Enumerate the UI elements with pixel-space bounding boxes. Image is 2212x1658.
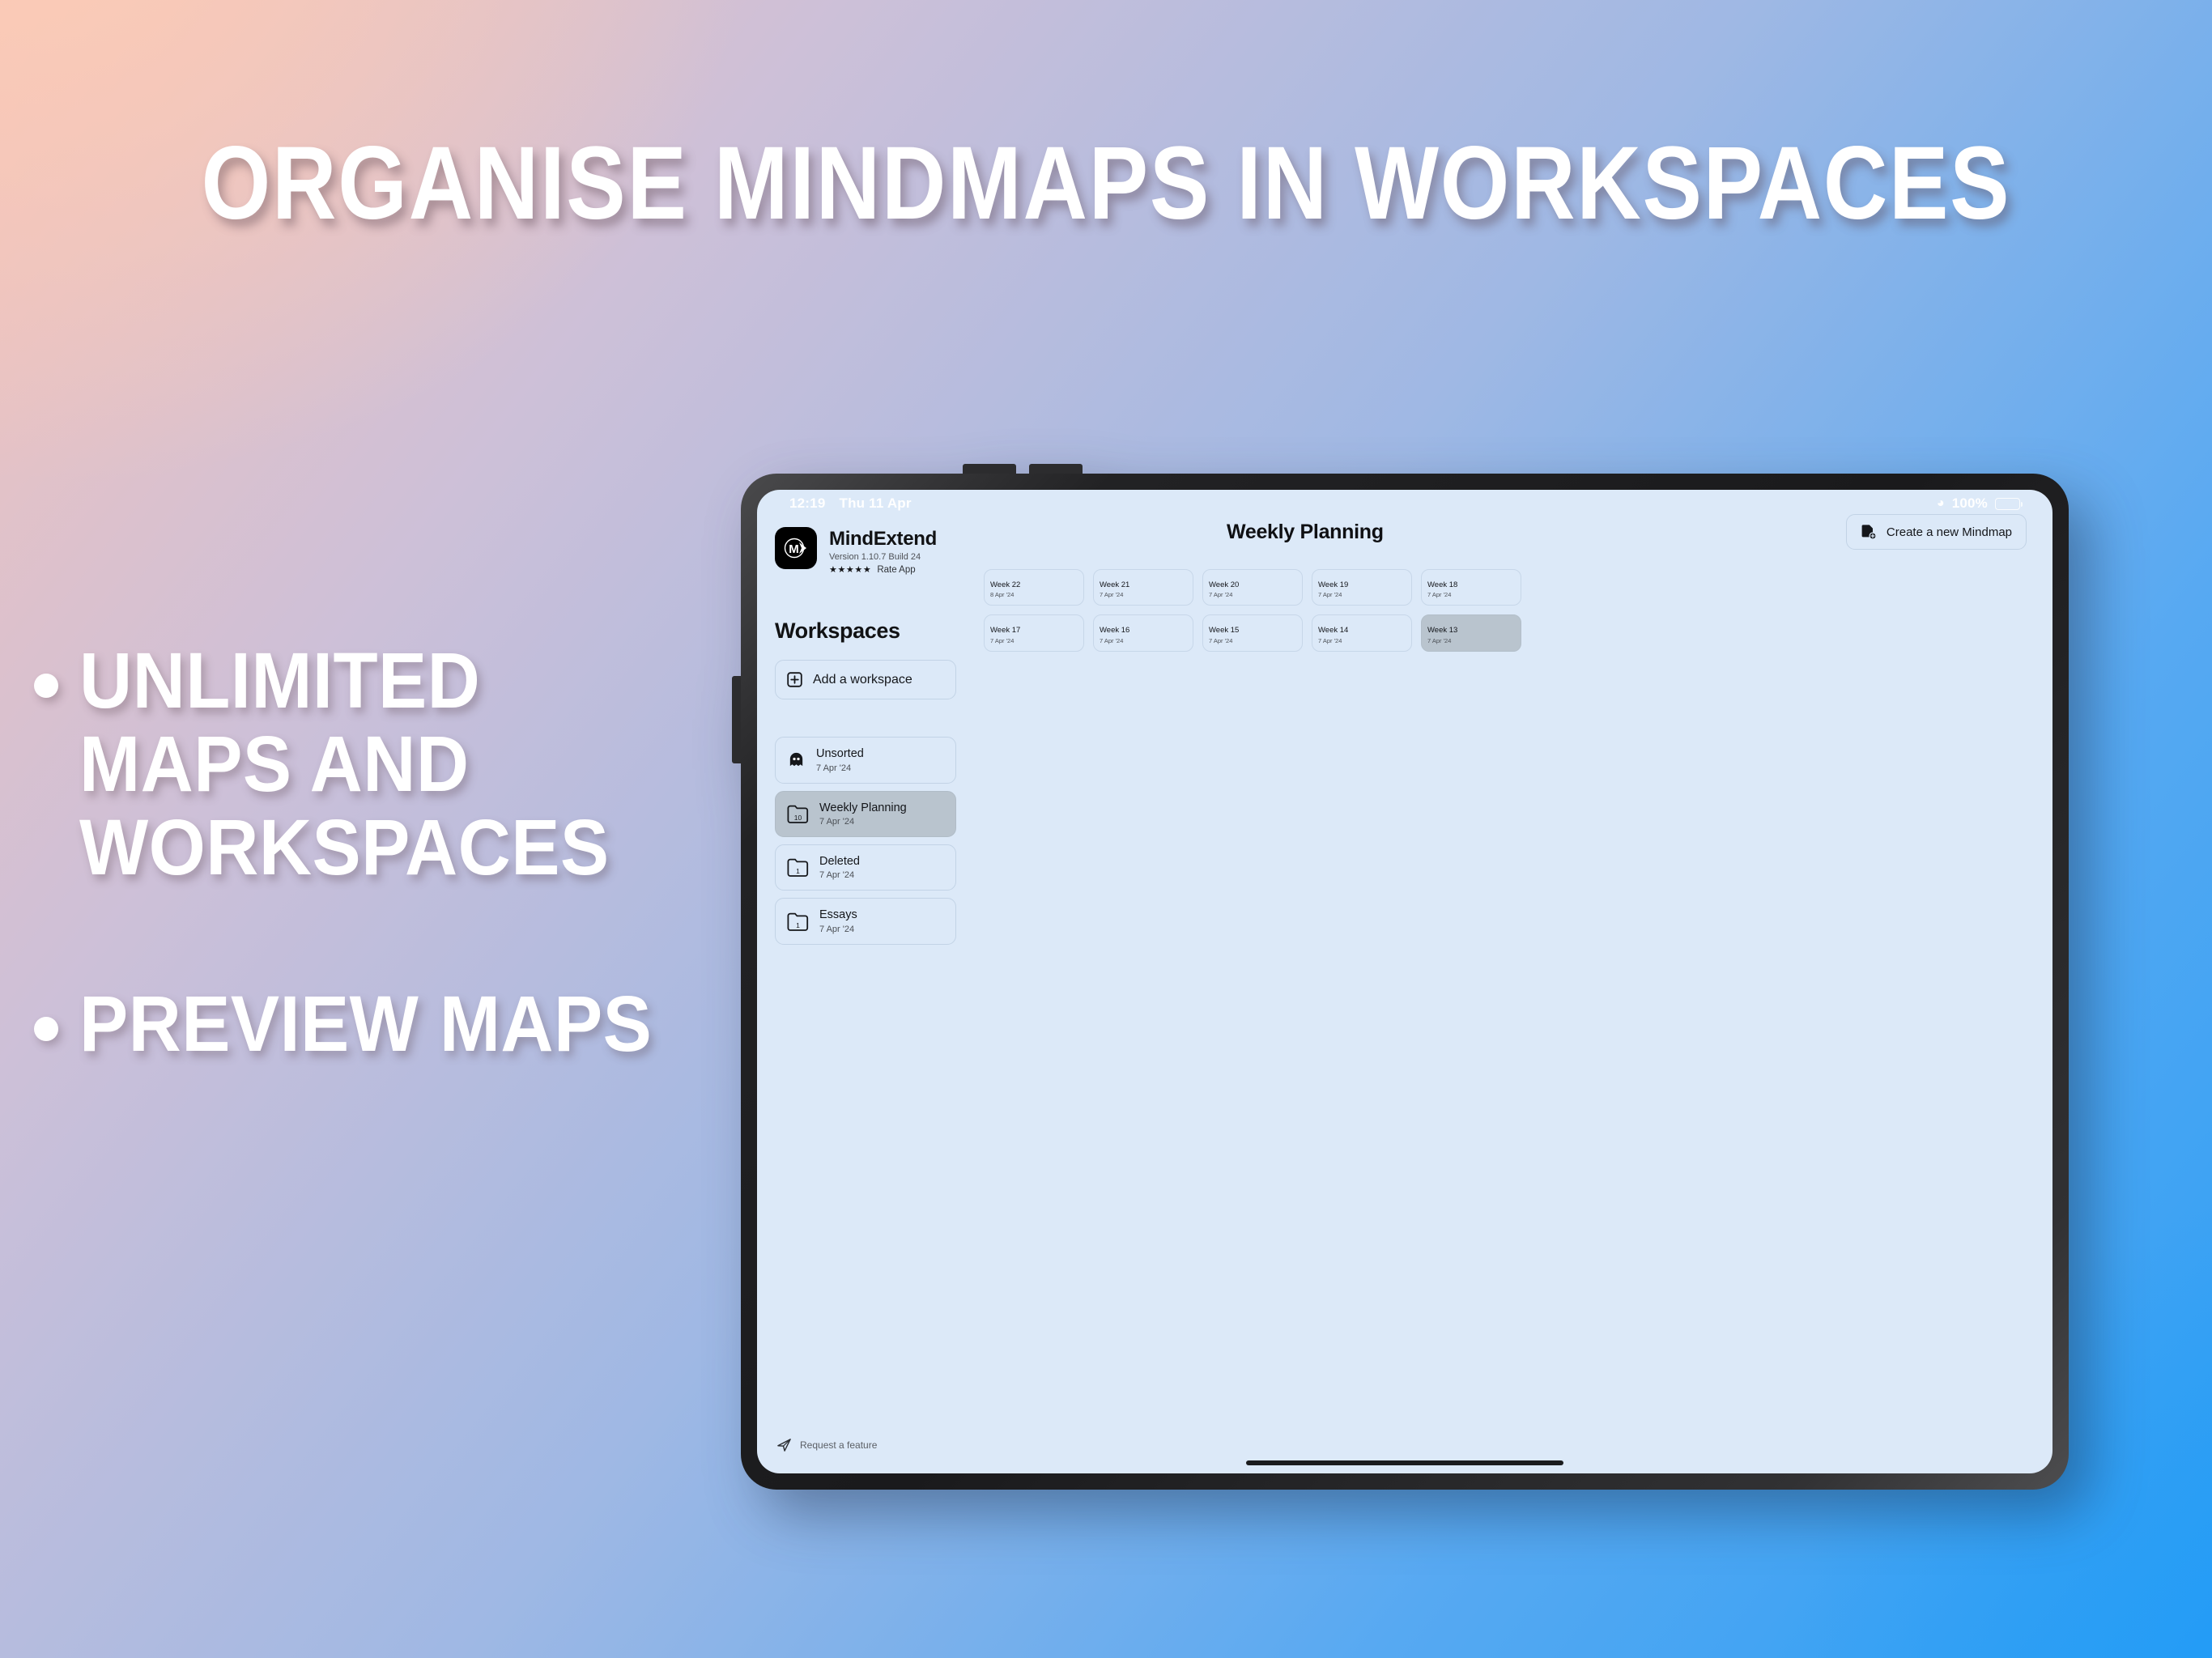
mindmap-card[interactable]: Week 22 8 Apr '24 — [984, 569, 1084, 606]
workspace-list: Unsorted 7 Apr '24 10 Weekly Planning 7 Apr … — [775, 737, 956, 945]
add-workspace-label: Add a workspace — [813, 672, 912, 687]
document-add-icon — [1861, 525, 1877, 540]
workspaces-heading: Workspaces — [775, 619, 900, 644]
mindmap-date: 7 Apr '24 — [1318, 591, 1342, 599]
folder-count-badge: 1 — [796, 867, 800, 876]
app-identity: M MindExtend Version 1.10.7 Build 24 ★★★… — [775, 527, 956, 575]
bullet-dot-icon — [34, 674, 58, 698]
workspace-date: 7 Apr '24 — [819, 816, 855, 827]
workspace-text: Deleted 7 Apr '24 — [819, 855, 860, 880]
app-version: Version 1.10.7 Build 24 — [829, 552, 921, 563]
workspace-item-unsorted[interactable]: Unsorted 7 Apr '24 — [775, 737, 956, 784]
main-header: Weekly Planning Create a new Mindmap — [979, 514, 2031, 550]
app-meta: MindExtend Version 1.10.7 Build 24 ★★★★★… — [829, 527, 937, 575]
mindmap-card[interactable]: Week 17 7 Apr '24 — [984, 614, 1084, 652]
rate-app-link[interactable]: Rate App — [877, 565, 915, 575]
mindmap-card[interactable]: Week 19 7 Apr '24 — [1312, 569, 1412, 606]
mindextend-app-icon: M — [775, 527, 817, 569]
folder-count-badge: 10 — [793, 813, 802, 822]
mindmap-name: Week 22 — [990, 580, 1021, 589]
mindmap-name: Week 18 — [1427, 580, 1458, 589]
mindmap-card[interactable]: Week 16 7 Apr '24 — [1093, 614, 1193, 652]
workspace-date: 7 Apr '24 — [819, 870, 855, 881]
home-indicator — [1246, 1460, 1563, 1465]
workspace-label: Weekly Planning — [819, 801, 907, 814]
mindmap-card[interactable]: Week 13 7 Apr '24 — [1421, 614, 1521, 652]
page-title: ORGANISE MINDMAPS IN WORKSPACES — [201, 125, 2011, 241]
request-feature-button[interactable]: Request a feature — [776, 1437, 877, 1452]
feature-bullet: UNLIMITED MAPS AND WORKSPACES — [34, 636, 747, 891]
mindmap-date: 7 Apr '24 — [1209, 636, 1233, 644]
mindmap-date: 7 Apr '24 — [1209, 591, 1233, 599]
workspace-label: Essays — [819, 908, 857, 922]
folder-icon: 10 — [787, 805, 809, 823]
workspace-title: Weekly Planning — [1227, 520, 1384, 543]
mindmap-name: Week 21 — [1100, 580, 1130, 589]
mindmap-date: 8 Apr '24 — [990, 591, 1015, 599]
rating-row[interactable]: ★★★★★ Rate App — [829, 564, 937, 576]
workspace-text: Unsorted 7 Apr '24 — [816, 747, 864, 772]
mindmap-grid: Week 22 8 Apr '24 Week 21 7 Apr '24 Week 20 7… — [979, 569, 2031, 652]
tablet-bezel: 12:19 Thu 11 Apr ◕ 100% M MindExtend Ver… — [741, 474, 2069, 1490]
mindmap-date: 7 Apr '24 — [1318, 636, 1342, 644]
svg-text:M: M — [789, 542, 799, 556]
mindmap-name: Week 15 — [1209, 626, 1240, 636]
create-mindmap-label: Create a new Mindmap — [1886, 525, 2012, 539]
mindmap-date: 7 Apr '24 — [1100, 636, 1124, 644]
create-mindmap-button[interactable]: Create a new Mindmap — [1845, 514, 2027, 550]
mindmap-date: 7 Apr '24 — [990, 636, 1015, 644]
workspace-text: Essays 7 Apr '24 — [819, 908, 857, 933]
bullet-label: UNLIMITED MAPS AND WORKSPACES — [79, 636, 610, 891]
workspace-date: 7 Apr '24 — [816, 763, 852, 773]
feature-bullet-list: UNLIMITED MAPS AND WORKSPACES PREVIEW MAP… — [34, 636, 747, 1160]
ghost-icon — [789, 753, 803, 767]
mindmap-name: Week 14 — [1318, 626, 1349, 636]
mindmap-card[interactable]: Week 20 7 Apr '24 — [1202, 569, 1303, 606]
mindmap-card[interactable]: Week 18 7 Apr '24 — [1421, 569, 1521, 606]
workspace-label: Unsorted — [816, 747, 864, 761]
add-workspace-button[interactable]: Add a workspace — [775, 660, 956, 700]
workspace-label: Deleted — [819, 854, 860, 868]
mindmap-card[interactable]: Week 21 7 Apr '24 — [1093, 569, 1193, 606]
workspace-text: Weekly Planning 7 Apr '24 — [819, 801, 907, 827]
main-panel: Weekly Planning Create a new Mindmap Wee… — [974, 490, 2052, 1473]
promo-background: ORGANISE MINDMAPS IN WORKSPACES UNLIMITE… — [0, 0, 2212, 1658]
plus-square-icon — [787, 672, 802, 687]
tablet-device: 12:19 Thu 11 Apr ◕ 100% M MindExtend Ver… — [732, 464, 2069, 1490]
folder-icon: 1 — [787, 858, 809, 878]
folder-count-badge: 1 — [796, 920, 800, 929]
mindmap-date: 7 Apr '24 — [1100, 591, 1124, 599]
app-name: MindExtend — [829, 528, 937, 550]
tablet-screen: 12:19 Thu 11 Apr ◕ 100% M MindExtend Ver… — [757, 490, 2052, 1473]
mindmap-date: 7 Apr '24 — [1427, 591, 1452, 599]
mindmap-name: Week 19 — [1318, 580, 1349, 589]
sidebar: M MindExtend Version 1.10.7 Build 24 ★★★… — [757, 490, 974, 1473]
workspace-item-essays[interactable]: 1 Essays 7 Apr '24 — [775, 898, 956, 945]
mindmap-card[interactable]: Week 15 7 Apr '24 — [1202, 614, 1303, 652]
workspace-item-deleted[interactable]: 1 Deleted 7 Apr '24 — [775, 844, 956, 891]
workspace-item-weekly-planning[interactable]: 10 Weekly Planning 7 Apr '24 — [775, 790, 956, 837]
mindmap-name: Week 13 — [1427, 626, 1458, 636]
paper-plane-icon — [777, 1439, 791, 1452]
mindmap-name: Week 20 — [1209, 580, 1240, 589]
app-root: M MindExtend Version 1.10.7 Build 24 ★★★… — [757, 490, 2052, 1473]
feature-bullet: PREVIEW MAPS — [34, 983, 747, 1066]
workspace-date: 7 Apr '24 — [819, 924, 855, 934]
star-rating-icon: ★★★★★ — [829, 565, 872, 576]
mindmap-card[interactable]: Week 14 7 Apr '24 — [1312, 614, 1412, 652]
bullet-dot-icon — [34, 1017, 58, 1042]
mindmap-name: Week 17 — [990, 626, 1021, 636]
request-feature-label: Request a feature — [800, 1439, 878, 1451]
mindmap-name: Week 16 — [1100, 626, 1130, 636]
mindmap-date: 7 Apr '24 — [1427, 636, 1452, 644]
bullet-label: PREVIEW MAPS — [79, 980, 653, 1069]
folder-icon: 1 — [787, 912, 809, 931]
